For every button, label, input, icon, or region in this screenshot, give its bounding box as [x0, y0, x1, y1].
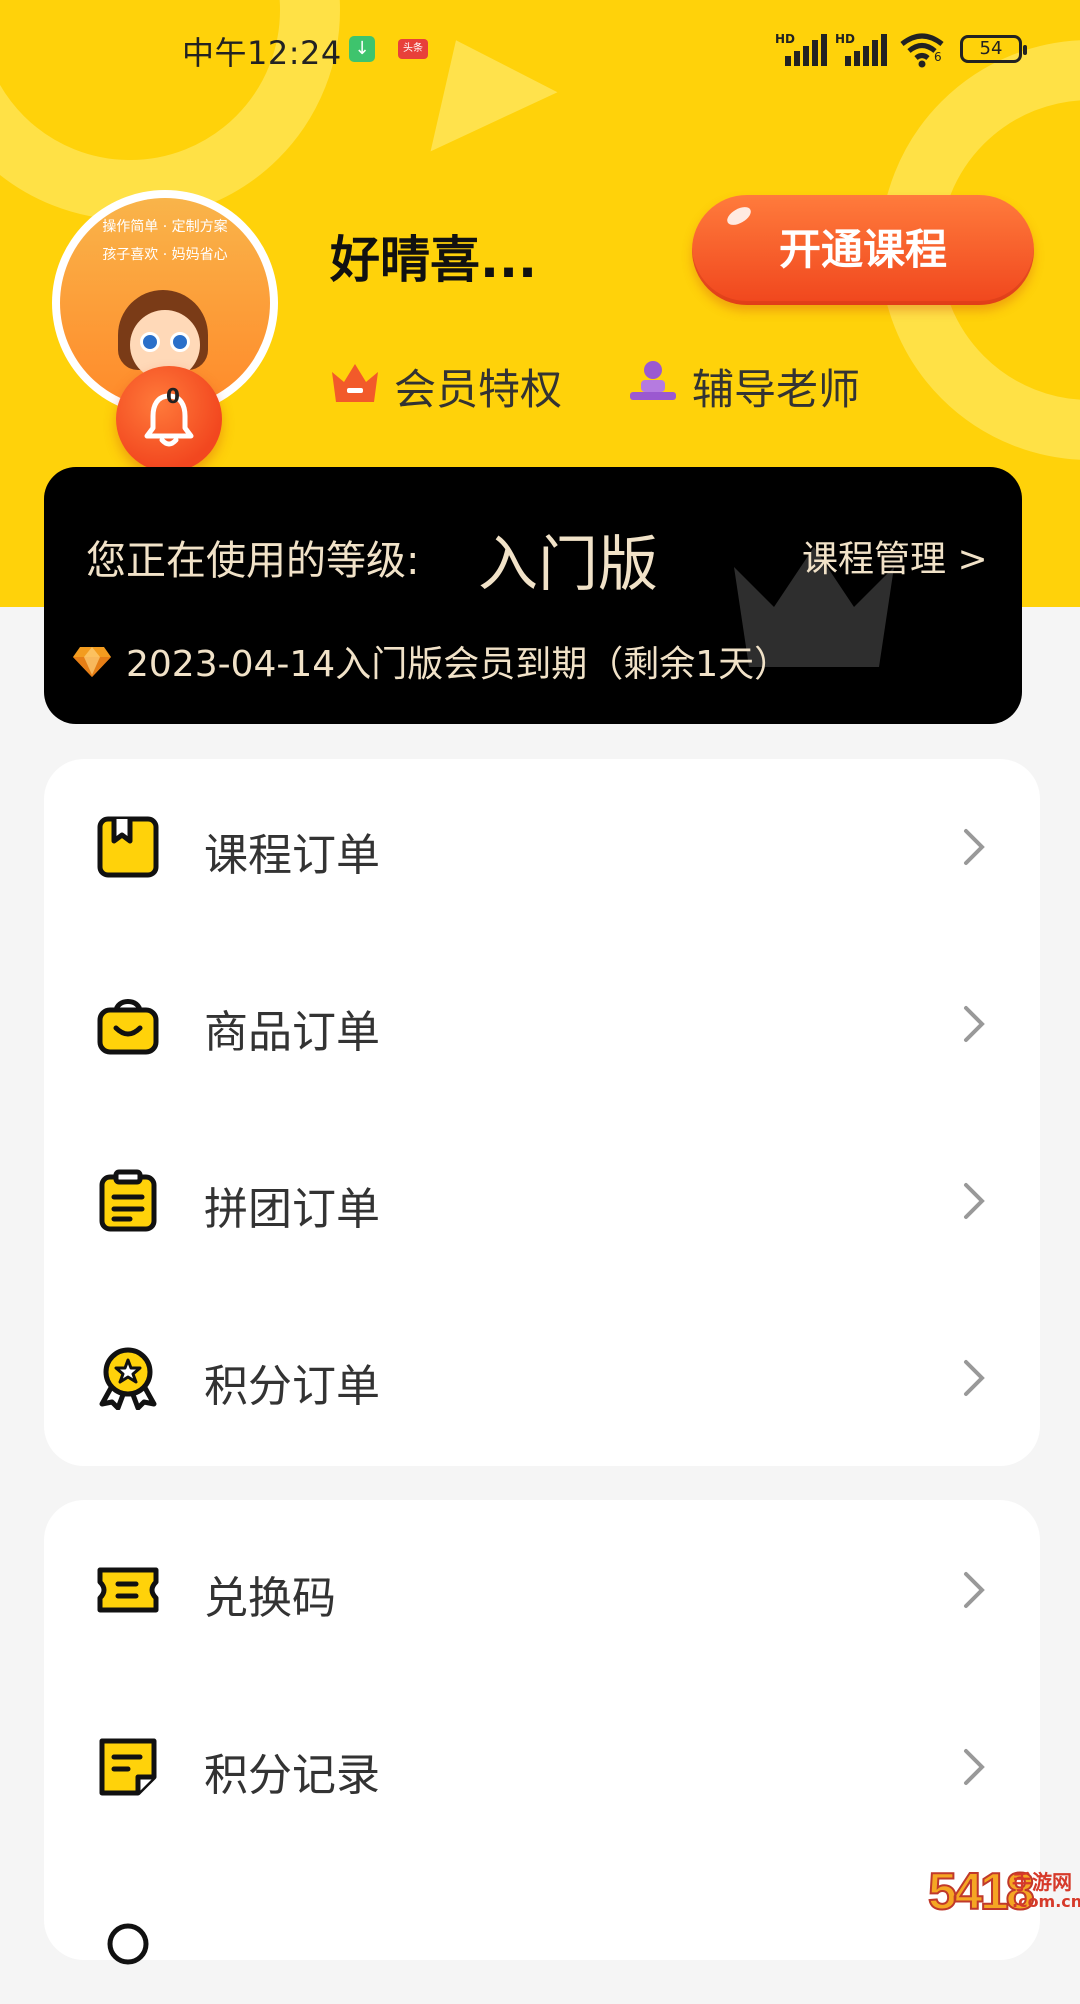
cartoon-girl-eye	[170, 332, 190, 352]
notification-count: 0	[166, 384, 180, 408]
crown-icon	[332, 364, 378, 402]
wifi-6-label: 6	[934, 50, 942, 64]
teacher-icon	[630, 361, 676, 400]
menu-item-label: 积分订单	[204, 1361, 380, 1412]
open-course-button[interactable]: 开通课程	[692, 195, 1034, 305]
news-app-icon: 头条	[398, 39, 428, 59]
shopping-bag-icon	[97, 999, 159, 1055]
chevron-right-icon	[964, 1360, 985, 1396]
menu-item-label: 积分记录	[204, 1750, 380, 1801]
chevron-right-icon	[964, 1572, 985, 1608]
download-notification-icon: ↓	[349, 36, 375, 62]
menu-item-label: 课程订单	[204, 830, 380, 881]
note-icon	[99, 1738, 157, 1796]
paper-plane-decoration	[392, 10, 558, 152]
tutor-teacher-link[interactable]: 辅导老师	[626, 352, 886, 414]
menu-item-label: 兑换码	[204, 1573, 336, 1624]
diamond-icon	[73, 647, 111, 677]
chevron-right-icon	[964, 1183, 985, 1219]
member-privilege-label: 会员特权	[394, 365, 563, 414]
menu-item-label: 拼团订单	[204, 1184, 380, 1235]
current-level: 入门版	[478, 530, 658, 600]
menu-item-redeem-code[interactable]: 兑换码	[44, 1530, 1040, 1650]
signal-hd-label: HD	[835, 32, 856, 46]
cartoon-girl-eye	[140, 332, 160, 352]
menu-item-group-buy-orders[interactable]: 拼团订单	[44, 1141, 1040, 1261]
partial-icon	[107, 1923, 149, 1965]
watermark-domain: .com.cn	[1012, 1892, 1080, 1911]
member-privilege-link[interactable]: 会员特权	[328, 352, 578, 414]
menu-item-points-orders[interactable]: 积分订单	[44, 1318, 1040, 1438]
membership-expiry: 2023-04-14入门版会员到期（剩余1天）	[126, 644, 791, 685]
medal-icon	[99, 1347, 157, 1410]
site-watermark: 5418 手游网 .com.cn	[927, 1862, 1080, 1922]
chevron-right-icon	[964, 1749, 985, 1785]
ticket-icon	[97, 1567, 159, 1613]
course-book-icon	[97, 816, 159, 878]
menu-item-product-orders[interactable]: 商品订单	[44, 964, 1040, 1084]
signal-hd-label: HD	[775, 32, 796, 46]
battery-indicator: 54	[960, 35, 1027, 63]
tools-menu-card: 兑换码 积分记录	[44, 1500, 1040, 1965]
clipboard-icon	[99, 1169, 157, 1232]
chevron-right-icon	[964, 829, 985, 865]
orders-menu-card: 课程订单 商品订单 拼团订单 积分订单	[44, 759, 1040, 1466]
notification-bell-button[interactable]	[116, 366, 222, 472]
username: 好晴喜...	[330, 231, 537, 289]
signal-icon: HD	[835, 32, 887, 66]
status-time: 中午12:24	[182, 34, 342, 72]
level-prefix: 您正在使用的等级:	[86, 538, 420, 584]
watermark-text: 手游网	[1012, 1870, 1072, 1894]
menu-item-partial[interactable]	[44, 1884, 1040, 2004]
signal-icon: HD	[775, 32, 827, 66]
avatar-caption-line-2: 孩子喜欢 · 妈妈省心	[102, 247, 228, 263]
menu-item-label: 商品订单	[204, 1007, 380, 1058]
tutor-teacher-label: 辅导老师	[692, 365, 861, 414]
menu-item-points-record[interactable]: 积分记录	[44, 1707, 1040, 1827]
chevron-right-icon	[964, 1006, 985, 1042]
menu-item-course-orders[interactable]: 课程订单	[44, 787, 1040, 907]
course-management-link[interactable]: 课程管理 >	[802, 530, 988, 582]
wifi-icon: 6	[898, 32, 946, 77]
avatar-caption-line-1: 操作简单 · 定制方案	[102, 219, 228, 235]
